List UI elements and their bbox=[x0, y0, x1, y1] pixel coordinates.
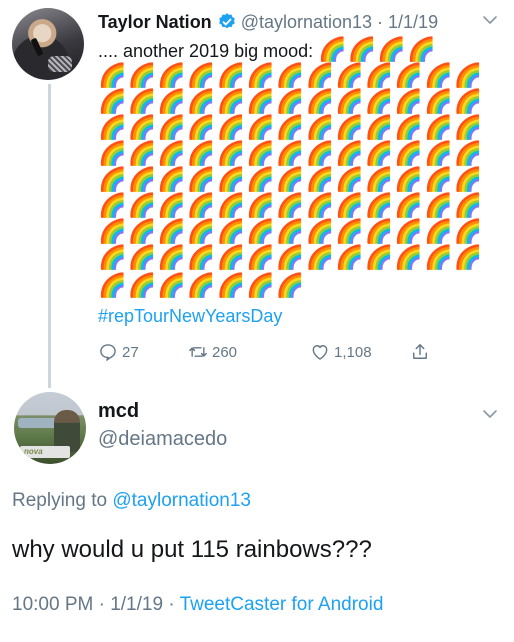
avatar-photo-detail bbox=[48, 56, 72, 72]
tweet1-display-name[interactable]: Taylor Nation bbox=[98, 12, 212, 33]
replying-handle-link[interactable]: @taylornation13 bbox=[112, 490, 251, 511]
tweet1-header: Taylor Nation @taylornation13 · 1/1/19 bbox=[98, 10, 498, 34]
verified-badge-icon bbox=[218, 13, 235, 29]
replying-prefix: Replying to bbox=[12, 490, 113, 511]
reply-count: 27 bbox=[122, 343, 139, 361]
rainbow-row: 🌈🌈🌈🌈🌈🌈🌈🌈🌈🌈🌈🌈🌈 bbox=[98, 166, 484, 192]
tweet2-meta: 10:00 PM · 1/1/19 · TweetCaster for Andr… bbox=[12, 594, 383, 616]
thread-connector-line bbox=[48, 84, 51, 388]
chevron-down-icon[interactable] bbox=[482, 406, 498, 422]
rainbow-row: 🌈🌈🌈🌈🌈🌈🌈🌈🌈🌈🌈🌈🌈 bbox=[98, 88, 484, 114]
avatar-taylor-nation[interactable] bbox=[12, 8, 84, 80]
tweet2-text: why would u put 115 rainbows??? bbox=[12, 536, 372, 563]
avatar-photo-detail bbox=[18, 418, 58, 428]
rainbow-row: 🌈🌈🌈🌈🌈🌈🌈🌈🌈🌈🌈🌈🌈 bbox=[98, 244, 484, 270]
reply-icon bbox=[100, 344, 116, 361]
rainbow-row: 🌈🌈🌈🌈🌈🌈🌈🌈🌈🌈🌈🌈🌈 bbox=[98, 192, 484, 218]
reply-button[interactable]: 27 bbox=[98, 340, 139, 364]
like-count: 1,108 bbox=[334, 343, 372, 361]
chevron-down-icon[interactable] bbox=[482, 12, 498, 28]
tweet1-action-bar: 27 260 1,108 bbox=[98, 340, 478, 364]
hashtag-link[interactable]: #repTourNewYearsDay bbox=[98, 306, 282, 327]
heart-icon bbox=[312, 345, 328, 360]
rainbow-row: 🌈🌈🌈🌈🌈🌈🌈🌈🌈🌈🌈🌈🌈 bbox=[98, 114, 484, 140]
replying-to-line: Replying to @taylornation13 bbox=[12, 490, 251, 512]
tweet1-text: .... another 2019 big mood: 🌈🌈🌈🌈 bbox=[98, 36, 498, 64]
tweet2-source-link[interactable]: TweetCaster for Android bbox=[180, 594, 384, 615]
share-icon bbox=[413, 344, 427, 359]
rainbow-row: 🌈🌈🌈🌈🌈🌈🌈 bbox=[98, 272, 306, 298]
tweet1-handle-time[interactable]: @taylornation13 · 1/1/19 bbox=[241, 12, 438, 33]
avatar-deiamacedo[interactable]: nova bbox=[14, 392, 86, 464]
rainbow-row: 🌈🌈🌈🌈🌈🌈🌈🌈🌈🌈🌈🌈🌈 bbox=[98, 140, 484, 166]
retweet-button[interactable]: 260 bbox=[188, 340, 237, 364]
rainbow-row: 🌈🌈🌈🌈🌈🌈🌈🌈🌈🌈🌈🌈🌈 bbox=[98, 62, 484, 88]
retweet-count: 260 bbox=[212, 343, 238, 361]
tweet2-timestamp: 10:00 PM · 1/1/19 · bbox=[12, 594, 180, 615]
avatar-photo-detail bbox=[30, 37, 44, 57]
tweet2-display-name[interactable]: mcd bbox=[98, 400, 139, 423]
retweet-icon bbox=[189, 347, 207, 357]
rainbow-row: 🌈🌈🌈🌈🌈🌈🌈🌈🌈🌈🌈🌈🌈 bbox=[98, 218, 484, 244]
share-button[interactable] bbox=[410, 340, 434, 364]
tweet1-text-content: .... another 2019 big mood: bbox=[98, 41, 319, 61]
tweet2-handle[interactable]: @deiamacedo bbox=[98, 428, 227, 451]
avatar-badge: nova bbox=[20, 446, 70, 458]
tweet1-inline-rainbows: 🌈🌈🌈🌈 bbox=[318, 36, 437, 62]
like-button[interactable]: 1,108 bbox=[310, 340, 372, 364]
